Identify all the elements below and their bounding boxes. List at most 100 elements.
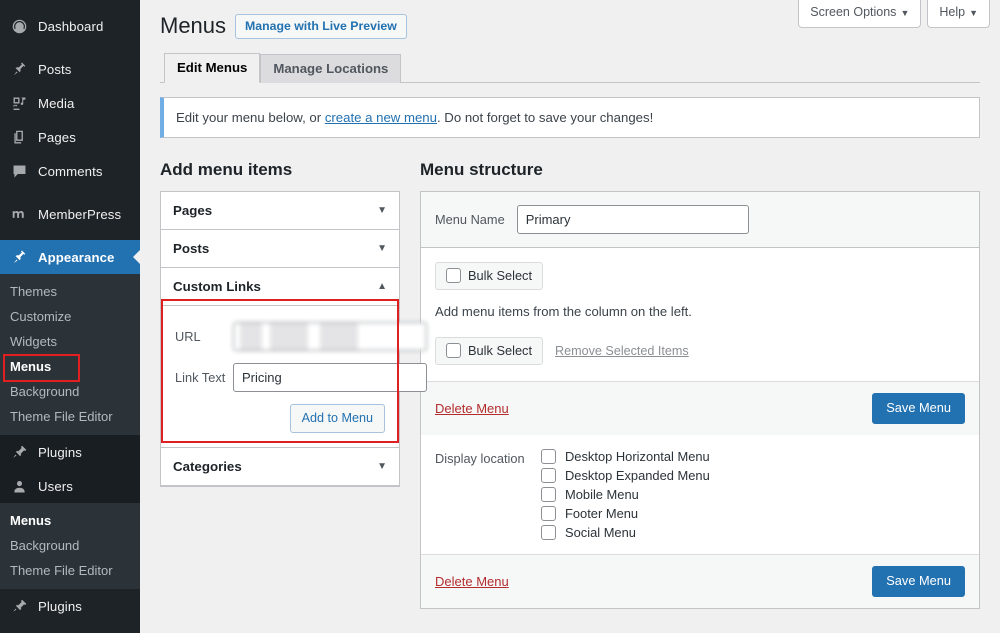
info-notice: Edit your menu below, or create a new me… — [160, 96, 980, 139]
accordion-pages[interactable]: Pages ▼ — [161, 192, 399, 231]
sidebar-subitem-theme-file-editor-repeat[interactable]: Theme File Editor — [0, 558, 140, 583]
sidebar-item-label: Media — [38, 95, 75, 111]
accordion-custom-links[interactable]: Custom Links ▲ — [161, 268, 399, 307]
location-label: Social Menu — [565, 525, 636, 541]
delete-menu-link[interactable]: Delete Menu — [435, 401, 509, 416]
page-title: Menus — [160, 13, 227, 38]
sidebar-subitem-background[interactable]: Background — [0, 379, 140, 404]
help-button[interactable]: Help ▼ — [927, 0, 990, 28]
sidebar-subitem-menus[interactable]: Menus — [0, 354, 140, 382]
sidebar-subitem-menus-repeat[interactable]: Menus — [0, 508, 140, 533]
sidebar-item-posts[interactable]: Posts — [0, 52, 140, 86]
tab-edit-menus[interactable]: Edit Menus — [164, 52, 261, 83]
accordion-posts-label: Posts — [173, 241, 210, 257]
add-menu-items-column: Add menu items Pages ▼ Posts ▼ Custom Li… — [160, 160, 427, 488]
sidebar-subitem-theme-file-editor[interactable]: Theme File Editor — [0, 404, 140, 429]
sidebar-subitem-widgets[interactable]: Widgets — [0, 329, 140, 354]
checkbox-icon[interactable] — [541, 525, 556, 541]
menu-structure-column: Menu structure Menu Name Bulk Select Add — [420, 160, 980, 610]
display-location-label: Display location — [435, 451, 525, 467]
chevron-down-icon: ▼ — [969, 8, 978, 18]
comment-icon — [9, 161, 29, 181]
location-social-menu[interactable]: Social Menu — [541, 525, 710, 541]
location-desktop-horizontal-menu[interactable]: Desktop Horizontal Menu — [541, 449, 710, 465]
link-text-label: Link Text — [175, 370, 226, 386]
link-text-input[interactable] — [233, 363, 427, 393]
sidebar-item-dashboard[interactable]: Dashboard — [0, 9, 140, 43]
checkbox-icon[interactable] — [446, 343, 461, 359]
location-mobile-menu[interactable]: Mobile Menu — [541, 487, 710, 503]
menu-name-bar: Menu Name — [421, 192, 979, 249]
custom-links-panel: URL Link Text Add to Menu — [161, 306, 427, 449]
sidebar-item-memberpress[interactable]: MemberPress — [0, 197, 140, 231]
location-desktop-expanded-menu[interactable]: Desktop Expanded Menu — [541, 468, 710, 484]
sidebar-item-comments[interactable]: Comments — [0, 154, 140, 188]
screen-options-button[interactable]: Screen Options ▼ — [798, 0, 922, 28]
sidebar-item-pages[interactable]: Pages — [0, 120, 140, 154]
active-arrow-icon — [133, 249, 140, 265]
sidebar-item-plugins[interactable]: Plugins — [0, 435, 140, 469]
empty-menu-text: Add menu items from the column on the le… — [435, 304, 692, 320]
sidebar-item-label: Appearance — [38, 249, 115, 265]
sidebar-subitem-customize[interactable]: Customize — [0, 304, 140, 329]
url-label: URL — [175, 329, 201, 345]
appearance-submenu: Themes Customize Widgets Menus Backgroun… — [0, 274, 140, 435]
sidebar-item-label: Pages — [38, 129, 76, 145]
sidebar-divider — [0, 231, 140, 240]
checkbox-icon[interactable] — [541, 506, 556, 522]
notice-prefix: Edit your menu below, or — [176, 109, 325, 125]
checkbox-icon[interactable] — [446, 268, 461, 284]
chevron-down-icon: ▼ — [377, 461, 387, 473]
save-menu-button-bottom[interactable]: Save Menu — [872, 566, 965, 598]
add-items-accordion: Pages ▼ Posts ▼ Custom Links ▲ URL Link … — [160, 191, 427, 488]
chevron-up-icon: ▲ — [377, 281, 387, 293]
accordion-categories-label: Categories — [173, 459, 242, 475]
pages-icon — [9, 127, 29, 147]
remove-selected-items-link[interactable]: Remove Selected Items — [555, 344, 689, 358]
sidebar-item-media[interactable]: Media — [0, 86, 140, 120]
accordion-categories[interactable]: Categories ▼ — [161, 448, 399, 487]
location-label: Mobile Menu — [565, 487, 639, 503]
tab-bar: Edit Menus Manage Locations — [160, 52, 980, 83]
accordion-posts[interactable]: Posts ▼ — [161, 230, 399, 269]
media-icon — [9, 93, 29, 113]
bulk-select-bottom[interactable]: Bulk Select — [435, 337, 544, 366]
plugins-icon — [9, 442, 29, 462]
users-icon — [9, 476, 29, 496]
sidebar-divider — [0, 43, 140, 52]
memberpress-icon — [9, 204, 29, 224]
add-menu-items-title: Add menu items — [160, 160, 293, 180]
sidebar-item-users-2[interactable]: Users — [0, 623, 140, 633]
menu-structure-box: Menu Name Bulk Select Add menu items fro… — [420, 191, 980, 610]
sidebar-item-label: MemberPress — [38, 206, 122, 222]
main-content: Screen Options ▼ Help ▼ Menus Manage with … — [140, 0, 1000, 633]
url-input[interactable] — [233, 322, 427, 352]
menu-name-input[interactable] — [516, 205, 749, 235]
save-menu-button[interactable]: Save Menu — [872, 393, 965, 425]
add-to-menu-button[interactable]: Add to Menu — [289, 404, 385, 434]
tab-manage-locations[interactable]: Manage Locations — [260, 53, 402, 83]
sidebar-item-label: Users — [38, 478, 73, 494]
manage-with-live-preview-button[interactable]: Manage with Live Preview — [235, 13, 407, 39]
url-field-row: URL — [175, 322, 427, 352]
menu-items-body: Bulk Select Add menu items from the colu… — [421, 248, 979, 381]
sidebar-subitem-background-repeat[interactable]: Background — [0, 533, 140, 558]
sidebar-item-appearance[interactable]: Appearance — [0, 240, 140, 274]
checkbox-icon[interactable] — [541, 468, 556, 484]
checkbox-icon[interactable] — [541, 449, 556, 465]
sidebar-subitem-themes[interactable]: Themes — [0, 279, 140, 304]
plugins-icon — [9, 596, 29, 616]
chevron-down-icon: ▼ — [377, 205, 387, 217]
columns: Add menu items Pages ▼ Posts ▼ Custom Li… — [160, 160, 980, 610]
sidebar-item-users[interactable]: Users — [0, 469, 140, 503]
screen-options-label: Screen Options — [810, 5, 897, 19]
checkbox-icon[interactable] — [541, 487, 556, 503]
location-footer-menu[interactable]: Footer Menu — [541, 506, 710, 522]
display-location-list: Desktop Horizontal Menu Desktop Expanded… — [541, 449, 710, 541]
menu-footer-top: Delete Menu Save Menu — [421, 381, 979, 436]
bulk-select-top[interactable]: Bulk Select — [435, 262, 544, 291]
sidebar-divider — [0, 188, 140, 197]
create-new-menu-link[interactable]: create a new menu — [325, 110, 437, 125]
sidebar-item-plugins-2[interactable]: Plugins — [0, 589, 140, 623]
delete-menu-link-bottom[interactable]: Delete Menu — [435, 574, 509, 589]
